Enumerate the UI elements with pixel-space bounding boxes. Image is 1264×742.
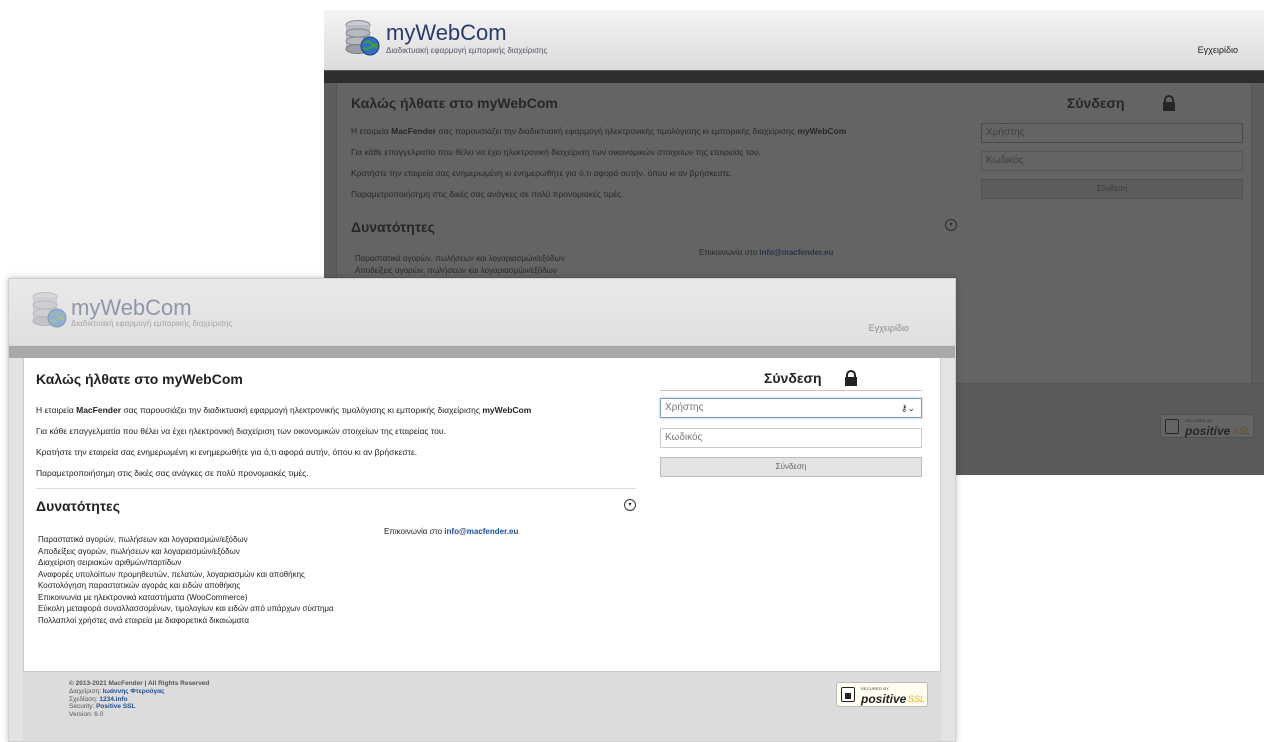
section-divider: [36, 488, 636, 489]
username-placeholder: Χρήστης: [665, 402, 704, 413]
front-main-panel: Καλώς ήλθατε στο myWebCom Η εταιρεία Mac…: [23, 358, 941, 671]
features-title: Δυνατότητες: [36, 498, 120, 514]
front-header: myWebCom Διαδικτυακή εφαρμογή εμπορικής …: [9, 279, 955, 346]
front-band: [9, 346, 955, 358]
database-globe-icon: [32, 292, 67, 328]
lock-icon: [844, 370, 858, 386]
front-footer: © 2013-2021 MacFender | All Rights Reser…: [23, 671, 941, 741]
footer-info: © 2013-2021 MacFender | All Rights Reser…: [69, 680, 209, 719]
contact-email-link[interactable]: info@macfender.eu: [444, 527, 518, 536]
feature-item: Εύκολη μεταφορά συναλλασσομένων, τιμολογ…: [38, 604, 334, 613]
manual-link[interactable]: Εγχειρίδιο: [1198, 45, 1238, 55]
feature-item: Επικοινωνία με ηλεκτρονικά καταστήματα (…: [38, 592, 248, 602]
brand-tagline: Διαδικτυακή εφαρμογή εμπορικής διαχείρισ…: [386, 46, 548, 55]
feature-item: Πολλαπλοί χρήστες ανά εταιρεία με διαφορ…: [38, 615, 249, 625]
positive-ssl-badge[interactable]: SECURED BY positive SSL: [836, 682, 928, 707]
feature-item: Παραστατικά αγορών, πωλήσεων και λογαρια…: [38, 535, 248, 544]
username-field[interactable]: Χρήστης ⚷⌄: [660, 398, 922, 418]
screenshot-canvas: { "app": { "brand": "myWebCom", "tagline…: [0, 0, 1264, 742]
feature-item: Αποδείξεις αγορών, πωλήσεων και λογαριασ…: [38, 546, 240, 556]
login-divider: [660, 390, 922, 391]
intro-paragraph-4: Παραμετροποιήσημη στις δικές σας ανάγκες…: [36, 468, 309, 478]
footer-security: Security: Positive SSL: [69, 703, 136, 711]
contact-label: Επικοινωνία στο: [384, 527, 445, 536]
footer-design: Σχεδίαση: 1234.info: [69, 695, 128, 703]
front-window: myWebCom Διαδικτυακή εφαρμογή εμπορικής …: [8, 278, 956, 742]
welcome-title: Καλώς ήλθατε στο myWebCom: [36, 371, 243, 387]
intro-paragraph-1: Η εταιρεία MacFender σας παρουσιάζει την…: [36, 405, 532, 415]
brand-name: myWebCom: [71, 295, 192, 320]
contact-line: Επικοινωνία στο info@macfender.eu: [384, 526, 518, 538]
back-header: myWebCom Διαδικτυακή εφαρμογή εμπορικής …: [324, 10, 1264, 71]
ssl-lock-icon: [841, 687, 855, 702]
intro-paragraph-3: Κρατήστε την εταιρεία σας ενημερωμένη κι…: [36, 447, 418, 457]
login-title: Σύνδεση: [764, 370, 822, 386]
manual-link[interactable]: Εγχειρίδιο: [869, 323, 909, 333]
feature-item: Διαχείριση σειριακών αριθμών/παρτίδων: [38, 558, 182, 567]
key-dropdown-icon[interactable]: ⚷⌄: [901, 403, 915, 414]
login-button[interactable]: Σύνδεση: [660, 457, 922, 477]
brand-tagline: Διαδικτυακή εφαρμογή εμπορικής διαχείρισ…: [71, 319, 233, 328]
database-globe-icon: [345, 20, 380, 56]
footer-management: Διαχείριση: Ιωάννης Φτερούγας: [69, 687, 165, 695]
feature-item: Αναφορές υπολοίπων προμηθευτών, πελατών,…: [38, 569, 305, 579]
feature-item: Κοστολόγηση παραστατικών αγοράς και ειδώ…: [38, 581, 241, 590]
features-expand-icon[interactable]: ▾: [624, 499, 636, 511]
brand-name: myWebCom: [386, 20, 507, 45]
footer-copyright: © 2013-2021 MacFender | All Rights Reser…: [69, 680, 210, 687]
intro-paragraph-2: Για κάθε επαγγελματία που θέλει να έχει …: [36, 426, 446, 436]
features-list: Παραστατικά αγορών, πωλήσεων και λογαρια…: [38, 534, 334, 626]
intro-text: Η εταιρεία MacFender σας παρουσιάζει την…: [36, 404, 636, 479]
footer-version: Version: 6.0: [69, 711, 104, 719]
password-field[interactable]: Κωδικός: [660, 428, 922, 448]
